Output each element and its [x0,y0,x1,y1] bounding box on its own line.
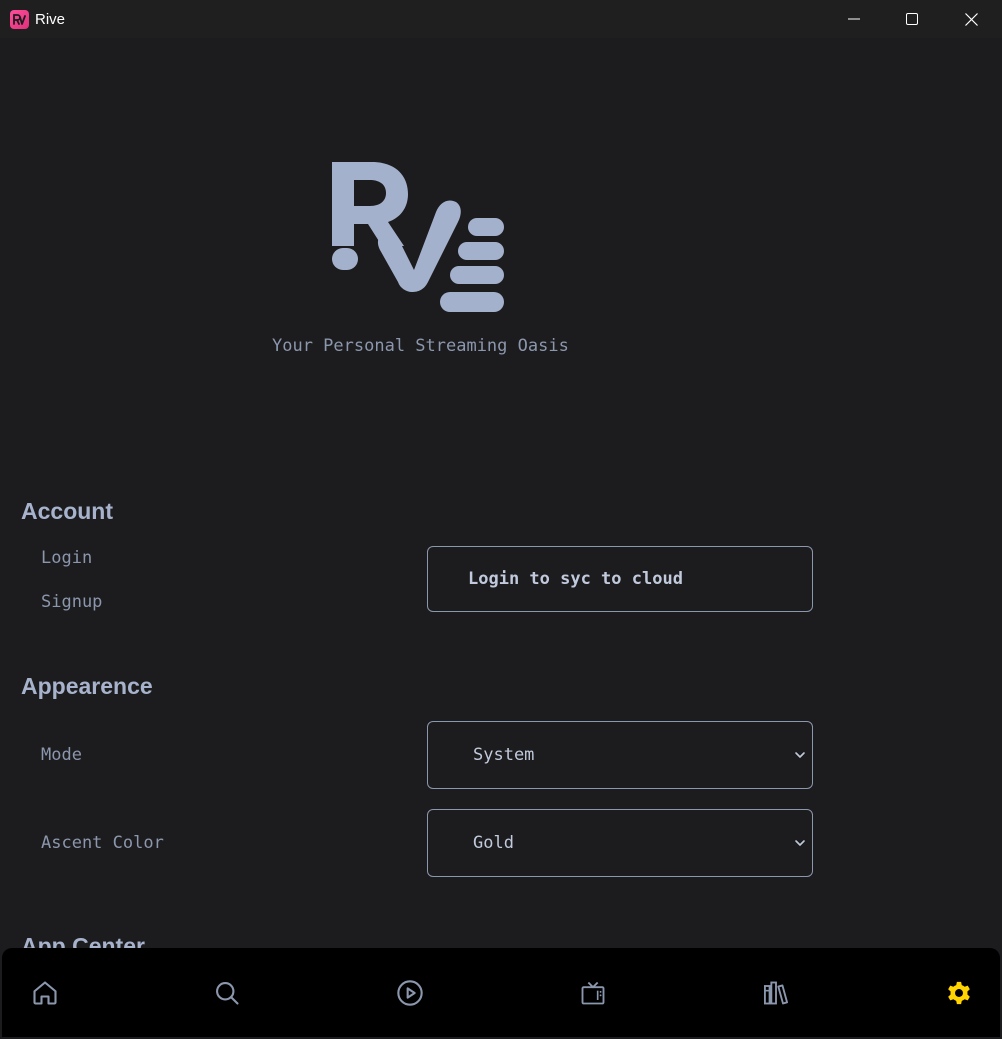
search-icon [216,982,239,1005]
nav-home[interactable] [28,976,62,1010]
play-icon [397,980,423,1006]
mode-label: Mode [41,745,82,765]
settings-content[interactable]: Your Personal Streaming Oasis Account Lo… [0,38,1002,948]
maximize-button[interactable] [883,0,941,38]
nav-settings[interactable] [942,976,976,1010]
title-bar: Rive [0,0,1002,38]
mode-select[interactable]: System [427,721,813,789]
nav-search[interactable] [210,976,244,1010]
ascent-color-label: Ascent Color [41,833,164,853]
mode-select-value: System [473,745,535,765]
minimize-icon [848,18,860,20]
minimize-button[interactable] [825,0,883,38]
close-icon [964,12,978,26]
tagline: Your Personal Streaming Oasis [272,336,569,356]
window-title: Rive [35,11,66,28]
maximize-icon [906,13,918,25]
tv-icon [581,981,605,1005]
chevron-down-icon [795,840,805,846]
settings-gear-icon [948,981,970,1005]
rive-logo [332,162,504,312]
appearence-heading: Appearence [21,673,153,699]
app-center-heading: App Center [21,933,145,948]
app-icon [10,10,29,29]
login-sync-cloud-label: Login to syc to cloud [468,569,683,589]
bottom-navigation [2,948,1000,1037]
chevron-down-icon [795,752,805,758]
login-link[interactable]: Login [41,548,92,568]
ascent-color-select[interactable]: Gold [427,809,813,877]
close-button[interactable] [942,0,1000,38]
ascent-color-select-value: Gold [473,833,514,853]
nav-tv[interactable] [576,976,610,1010]
signup-link[interactable]: Signup [41,592,102,612]
login-sync-cloud-button[interactable]: Login to syc to cloud [427,546,813,612]
nav-play[interactable] [393,976,427,1010]
nav-library[interactable] [759,976,793,1010]
library-icon [763,981,789,1005]
app-logo-mark-icon [13,14,26,25]
home-icon [33,981,57,1005]
account-heading: Account [21,498,113,524]
app-window: Rive Your Personal Streaming Oasis Accou… [0,0,1002,1039]
